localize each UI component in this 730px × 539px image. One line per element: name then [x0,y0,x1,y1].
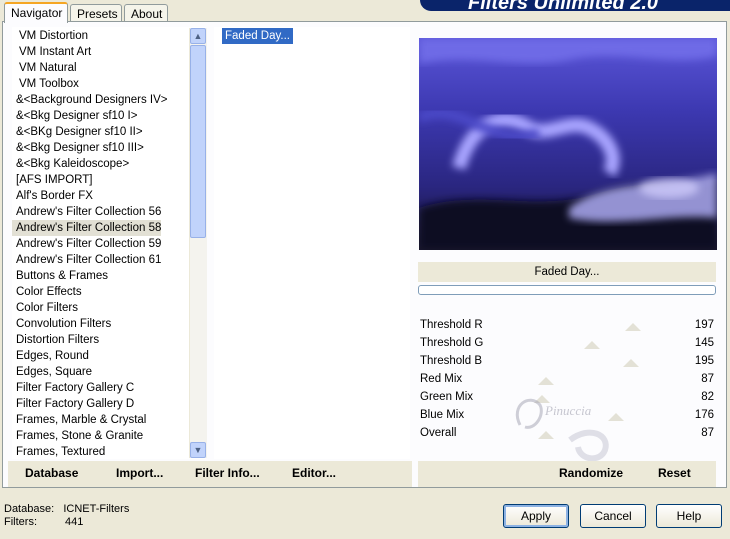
slider-label: Red Mix [420,373,463,385]
category-item[interactable]: Frames, Stone & Granite [12,428,143,444]
filter-info-button[interactable]: Filter Info... [195,466,260,480]
category-item[interactable]: Convolution Filters [12,316,111,332]
app-banner: Filters Unlimited 2.0 [420,0,730,11]
cancel-button[interactable]: Cancel [580,504,646,528]
slider-thumb[interactable] [584,341,600,349]
slider-value: 82 [701,391,714,403]
slider-value: 87 [701,427,714,439]
database-button[interactable]: Database [25,466,78,480]
category-item[interactable]: Frames, Textured [12,444,105,459]
scroll-up-button[interactable]: ▲ [190,28,206,44]
status-area: Database: ICNET-Filters Filters: 441 [4,503,129,529]
slider-label: Overall [420,427,457,439]
watermark-logo: Pinuccia [500,385,630,465]
category-item[interactable]: Color Effects [12,284,82,300]
slider-value: 176 [694,409,714,421]
filter-item-selected[interactable]: Faded Day... [222,28,293,44]
category-item[interactable]: Andrew's Filter Collection 61 [12,252,161,268]
category-item[interactable]: Color Filters [12,300,78,316]
slider-label: Blue Mix [420,409,465,421]
category-item[interactable]: Edges, Square [12,364,92,380]
help-button[interactable]: Help [656,504,722,528]
randomize-button[interactable]: Randomize [559,466,623,480]
reset-button[interactable]: Reset [658,466,691,480]
filter-list[interactable]: Faded Day... [214,27,410,459]
filters-count: 441 [65,516,84,528]
category-item[interactable]: Andrew's Filter Collection 56 [12,204,161,220]
category-item[interactable]: VM Instant Art [12,44,91,60]
slider-value: 195 [694,355,714,367]
tab-navigator[interactable]: Navigator [4,2,68,23]
category-item[interactable]: Filter Factory Gallery C [12,380,134,396]
category-scrollbar[interactable]: ▲ ▼ [189,28,207,458]
tab-about[interactable]: About [124,4,168,22]
slider-label: Green Mix [420,391,474,403]
scroll-thumb[interactable] [190,45,206,238]
category-item[interactable]: Andrew's Filter Collection 58 [12,220,162,236]
slider-row[interactable]: Threshold B 195 [418,353,716,371]
category-item[interactable]: VM Distortion [12,28,88,44]
category-item[interactable]: Distortion Filters [12,332,99,348]
category-item[interactable]: Filter Factory Gallery D [12,396,134,412]
slider-label: Threshold R [420,319,483,331]
database-value: ICNET-Filters [63,503,130,515]
category-item[interactable]: Andrew's Filter Collection 59 [12,236,161,252]
slider-value: 197 [694,319,714,331]
slider-thumb[interactable] [623,359,639,367]
editor-button[interactable]: Editor... [292,466,336,480]
category-item[interactable]: Alf's Border FX [12,188,93,204]
tab-presets[interactable]: Presets [70,4,122,22]
scroll-down-button[interactable]: ▼ [190,442,206,458]
category-item[interactable]: [AFS IMPORT] [12,172,92,188]
slider-thumb[interactable] [625,323,641,331]
category-item[interactable]: Edges, Round [12,348,89,364]
filters-label: Filters: [4,516,37,528]
category-item[interactable]: &<Bkg Designer sf10 I> [12,108,137,124]
category-item[interactable]: &<Bkg Designer sf10 III> [12,140,144,156]
category-item[interactable]: VM Toolbox [12,76,79,92]
category-item[interactable]: &<Background Designers IV> [12,92,168,108]
banner-title: Filters Unlimited 2.0 [468,0,659,11]
slider-row[interactable]: Threshold G 145 [418,335,716,353]
preview-filter-name: Faded Day... [418,262,716,282]
slider-row[interactable]: Threshold R 197 [418,317,716,335]
right-button-bar: Randomize Reset [418,461,716,487]
progress-bar [418,285,716,295]
category-item[interactable]: VM Natural [12,60,77,76]
left-button-bar: Database Import... Filter Info... Editor… [8,461,412,487]
preview-image [419,38,717,250]
slider-thumb[interactable] [538,377,554,385]
category-list[interactable]: VM Distortion VM Instant Art VM Natural VM … [12,27,206,459]
import-button[interactable]: Import... [116,466,163,480]
slider-label: Threshold G [420,337,484,349]
slider-label: Threshold B [420,355,483,367]
category-item[interactable]: &<Bkg Kaleidoscope> [12,156,129,172]
slider-value: 87 [701,373,714,385]
category-item[interactable]: &<BKg Designer sf10 II> [12,124,143,140]
watermark-text: Pinuccia [544,403,592,418]
apply-button[interactable]: Apply [503,504,569,528]
category-item[interactable]: Frames, Marble & Crystal [12,412,146,428]
category-item[interactable]: Buttons & Frames [12,268,108,284]
slider-value: 145 [694,337,714,349]
database-label: Database: [4,503,55,515]
